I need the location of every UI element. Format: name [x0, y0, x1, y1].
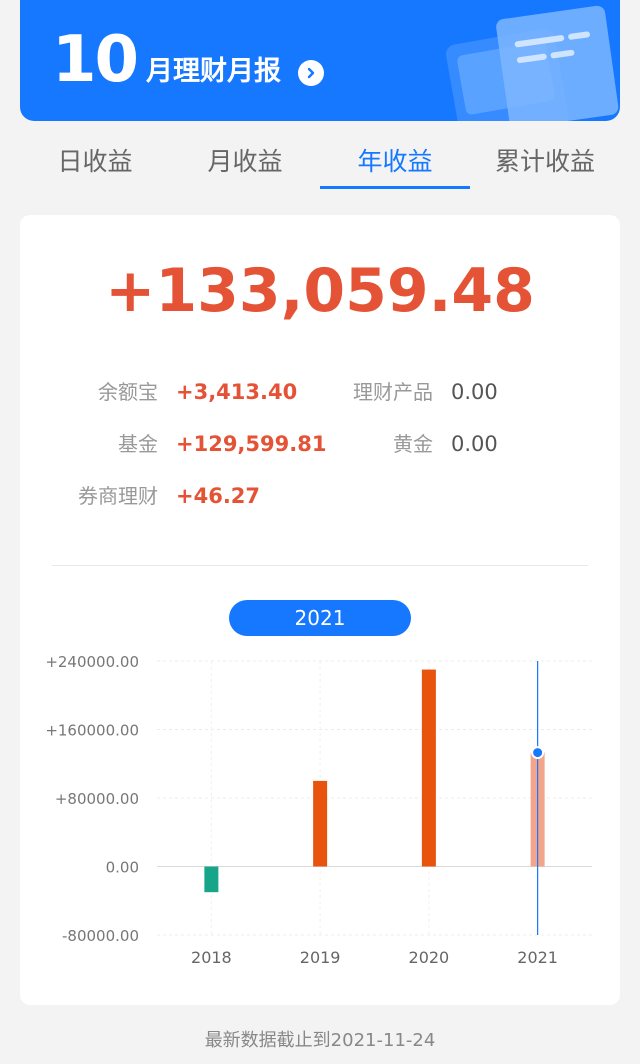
yearly-income-bar-chart[interactable]: +240000.00 +160000.00 +80000.00 0.00 -80000.… — [20, 645, 620, 985]
bar-2019 — [313, 780, 328, 867]
tab-yearly-income[interactable]: 年收益 — [320, 136, 470, 184]
metric-label-wealth-products: 理财产品 — [353, 380, 433, 404]
metric-value-broker-wealth: +46.27 — [176, 484, 261, 508]
card-illustration-icon — [446, 5, 619, 121]
metric-value-wealth-products: 0.00 — [451, 380, 498, 404]
monthly-report-banner[interactable]: 10 月理财月报 — [20, 0, 620, 121]
tab-monthly-income[interactable]: 月收益 — [170, 136, 320, 184]
y-tick-label: -80000.00 — [62, 927, 139, 945]
y-tick-label: +240000.00 — [45, 653, 139, 671]
metric-label-funds: 基金 — [118, 432, 158, 456]
x-tick-label: 2019 — [300, 948, 341, 967]
metric-value-yuebao: +3,413.40 — [176, 380, 298, 404]
metric-value-funds: +129,599.81 — [176, 432, 327, 456]
x-tick-label: 2020 — [409, 948, 450, 967]
tab-cumulative-income[interactable]: 累计收益 — [470, 136, 620, 184]
y-tick-label: 0.00 — [106, 859, 139, 877]
x-tick-label: 2021 — [517, 948, 558, 967]
section-divider — [52, 565, 588, 566]
active-tab-indicator — [320, 186, 470, 189]
income-period-tabs: 日收益 月收益 年收益 累计收益 — [20, 136, 620, 192]
banner-month-number: 10 — [52, 23, 139, 97]
tab-daily-income[interactable]: 日收益 — [20, 136, 170, 184]
selected-year-pill[interactable]: 2021 — [229, 600, 411, 636]
metric-label-gold: 黄金 — [393, 432, 433, 456]
data-cutoff-note: 最新数据截止到2021-11-24 — [204, 1030, 436, 1051]
chevron-right-icon[interactable] — [298, 60, 324, 86]
metric-label-yuebao: 余额宝 — [98, 380, 158, 404]
total-income-amount: +133,059.48 — [105, 256, 535, 326]
metric-label-broker-wealth: 券商理财 — [78, 484, 158, 508]
yearly-income-card: +133,059.48 余额宝 +3,413.40 理财产品 0.00 基金 +… — [20, 215, 620, 1005]
metric-value-gold: 0.00 — [451, 432, 498, 456]
y-tick-label: +160000.00 — [45, 722, 139, 740]
selection-cursor-dot — [531, 746, 545, 760]
banner-title: 月理财月报 — [146, 56, 281, 87]
bar-2020 — [421, 669, 436, 867]
x-tick-label: 2018 — [191, 948, 232, 967]
bar-2018 — [204, 866, 219, 893]
y-tick-label: +80000.00 — [55, 790, 139, 808]
